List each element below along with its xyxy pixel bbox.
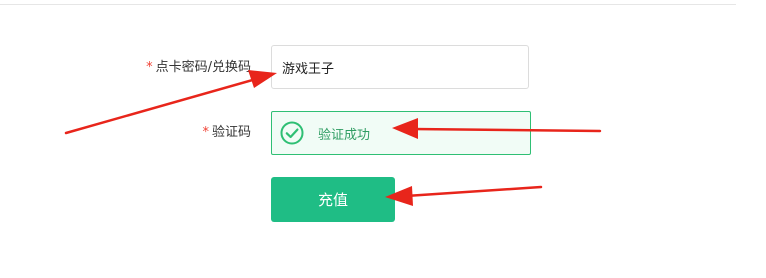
required-mark: * <box>202 125 209 140</box>
check-circle-icon <box>280 121 304 145</box>
top-divider <box>0 4 736 5</box>
card-password-label: * 点卡密码/兑换码 <box>110 58 251 78</box>
card-password-label-text: 点卡密码/兑换码 <box>155 60 251 75</box>
card-password-value: 游戏王子 <box>282 61 335 77</box>
recharge-page: * 点卡密码/兑换码 游戏王子 * 验证码 验证成功 充值 <box>0 0 766 278</box>
verify-code-label: * 验证码 <box>180 123 251 143</box>
annotation-arrow-to-button <box>385 185 543 206</box>
card-password-input[interactable]: 游戏王子 <box>271 45 529 89</box>
required-mark: * <box>146 60 153 75</box>
verify-code-label-text: 验证码 <box>211 125 251 140</box>
captcha-verify-box[interactable]: 验证成功 <box>271 111 531 155</box>
recharge-button[interactable]: 充值 <box>271 177 395 222</box>
verify-status-text: 验证成功 <box>318 127 371 143</box>
